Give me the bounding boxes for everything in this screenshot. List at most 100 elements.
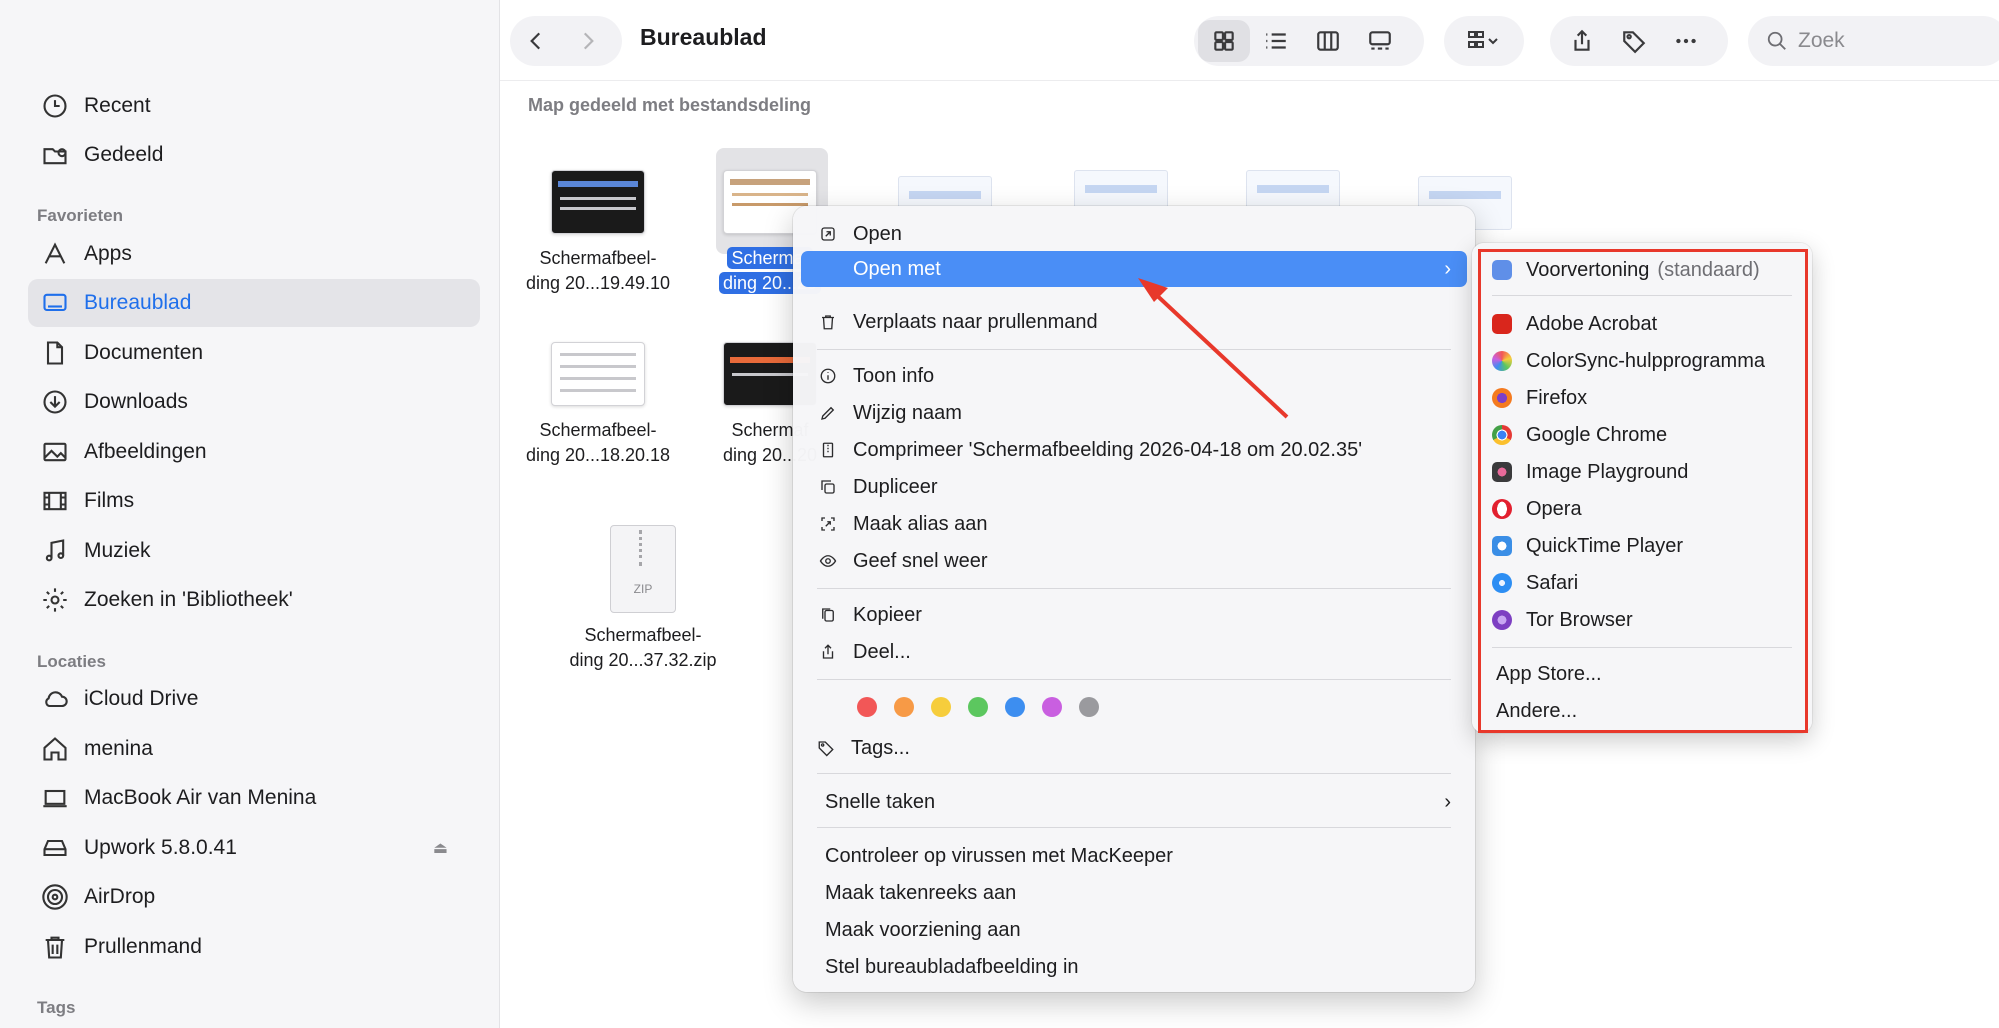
column-view-button[interactable]	[1302, 20, 1354, 62]
info-icon	[817, 367, 839, 385]
file-item[interactable]: Schermafbeel- ding 20...18.20.18	[518, 342, 678, 468]
back-button[interactable]	[510, 20, 562, 62]
annotation-highlight-box	[1478, 249, 1808, 733]
sidebar-item-label: iCloud Drive	[84, 687, 199, 710]
music-icon	[40, 536, 70, 566]
download-icon	[40, 387, 70, 417]
search-icon	[1767, 31, 1786, 50]
share-icon	[1574, 29, 1590, 51]
film-icon	[40, 486, 70, 516]
sidebar-item-label: Prullenmand	[84, 935, 202, 958]
eject-icon[interactable]: ⏏	[433, 838, 448, 858]
sidebar-item-library-search[interactable]: Zoeken in 'Bibliotheek'	[28, 576, 480, 624]
menu-item-label: Wijzig naam	[853, 401, 962, 424]
tag-color-yellow[interactable]	[931, 697, 951, 717]
tag-icon	[815, 739, 837, 757]
tag-button[interactable]	[1608, 20, 1660, 62]
archive-icon	[817, 441, 839, 459]
tag-color-gray[interactable]	[1079, 697, 1099, 717]
sidebar-item-label: menina	[84, 737, 153, 760]
sidebar-item-music[interactable]: Muziek	[28, 527, 480, 575]
sidebar-item-airdrop[interactable]: AirDrop	[28, 873, 480, 921]
sidebar-item-label: Recent	[84, 94, 151, 117]
menu-item-move-to-trash[interactable]: Verplaats naar prullenmand	[801, 304, 1467, 340]
file-item-zip[interactable]: ZIP Schermafbeel- ding 20...37.32.zip	[563, 525, 723, 673]
search-input[interactable]: Zoek	[1748, 16, 1999, 66]
trash-icon	[40, 932, 70, 962]
file-name: Schermafbeel-	[539, 420, 657, 440]
tag-color-green[interactable]	[968, 697, 988, 717]
airdrop-icon	[40, 882, 70, 912]
group-button[interactable]	[1444, 16, 1524, 66]
sidebar-item-documents[interactable]: Documenten	[28, 329, 480, 377]
file-name: ding 20...18.20.18	[525, 445, 671, 465]
menu-item-duplicate[interactable]: Dupliceer	[801, 469, 1467, 505]
menu-item-label: Kopieer	[853, 603, 922, 626]
menu-item-service[interactable]: Maak voorziening aan	[801, 912, 1467, 948]
tag-color-red[interactable]	[857, 697, 877, 717]
alias-icon	[817, 515, 839, 533]
menu-item-quick-actions[interactable]: Snelle taken ›	[801, 784, 1467, 820]
file-item[interactable]: Schermafbeel- ding 20...19.49.10	[518, 170, 678, 296]
menu-item-make-alias[interactable]: Maak alias aan	[801, 506, 1467, 542]
sidebar-item-label: Zoeken in 'Bibliotheek'	[84, 588, 293, 611]
menu-item-get-info[interactable]: Toon info	[801, 358, 1467, 394]
laptop-icon	[40, 783, 70, 813]
menu-item-virus-scan[interactable]: Controleer op virussen met MacKeeper	[801, 838, 1467, 874]
shared-folder-icon	[40, 140, 70, 170]
sidebar-item-home[interactable]: menina	[28, 725, 480, 773]
sidebar-item-desktop[interactable]: Bureaublad	[28, 279, 480, 327]
tag-color-purple[interactable]	[1042, 697, 1062, 717]
file-name: Schermafbeel-	[584, 625, 702, 645]
menu-item-share[interactable]: Deel...	[801, 634, 1467, 670]
menu-item-open-with[interactable]: Open met ›	[801, 251, 1467, 287]
gallery-view-button[interactable]	[1354, 20, 1406, 62]
menu-item-open[interactable]: Open	[801, 216, 1467, 252]
sidebar-item-apps[interactable]: Apps	[28, 230, 480, 278]
menu-item-label: Controleer op virussen met MacKeeper	[825, 844, 1173, 867]
columns-icon	[1317, 31, 1339, 51]
share-button[interactable]	[1556, 20, 1608, 62]
sidebar-item-films[interactable]: Films	[28, 477, 480, 525]
menu-item-compress[interactable]: Comprimeer 'Schermafbeelding 2026-04-18 …	[801, 432, 1467, 468]
tag-color-blue[interactable]	[1005, 697, 1025, 717]
sidebar-item-pictures[interactable]: Afbeeldingen	[28, 428, 480, 476]
sidebar-item-recent[interactable]: Recent	[28, 82, 480, 130]
menu-item-set-wallpaper[interactable]: Stel bureaubladafbeelding in	[801, 949, 1467, 985]
menu-item-workflow[interactable]: Maak takenreeks aan	[801, 875, 1467, 911]
sidebar-item-label: MacBook Air van Menina	[84, 786, 317, 809]
context-menu: Open Open met › Verplaats naar prullenma…	[793, 206, 1475, 992]
sidebar-item-label: Gedeeld	[84, 143, 164, 166]
list-view-button[interactable]	[1250, 20, 1302, 62]
sidebar: Recent Gedeeld Favorieten Apps Bureaubla…	[0, 0, 500, 1028]
home-icon	[40, 734, 70, 764]
menu-item-label: Maak takenreeks aan	[825, 881, 1017, 904]
sidebar-item-trash[interactable]: Prullenmand	[28, 923, 480, 971]
forward-button[interactable]	[562, 20, 614, 62]
menu-item-rename[interactable]: Wijzig naam	[801, 395, 1467, 431]
share-icon	[817, 643, 839, 661]
sidebar-item-shared[interactable]: Gedeeld	[28, 131, 480, 179]
screenshot-thumbnail	[551, 170, 645, 234]
tag-color-orange[interactable]	[894, 697, 914, 717]
pencil-icon	[817, 404, 839, 422]
more-button[interactable]	[1660, 20, 1712, 62]
sidebar-item-upwork[interactable]: Upwork 5.8.0.41 ⏏	[28, 824, 480, 872]
menu-item-label: Geef snel weer	[853, 549, 988, 572]
menu-item-tags[interactable]: Tags...	[801, 730, 1467, 766]
sidebar-item-downloads[interactable]: Downloads	[28, 378, 480, 426]
icon-view-button[interactable]	[1198, 20, 1250, 62]
menu-item-copy[interactable]: Kopieer	[801, 597, 1467, 633]
gallery-icon	[1369, 31, 1391, 50]
tag-color-row	[857, 697, 1116, 717]
menu-item-quick-look[interactable]: Geef snel weer	[801, 543, 1467, 579]
menu-item-label: Maak voorziening aan	[825, 918, 1021, 941]
sidebar-item-icloud[interactable]: iCloud Drive	[28, 675, 480, 723]
menu-item-label: Verplaats naar prullenmand	[853, 310, 1098, 333]
menu-item-label: Snelle taken	[825, 790, 936, 813]
menu-item-label: Deel...	[853, 640, 911, 663]
search-placeholder: Zoek	[1798, 29, 1845, 52]
menu-separator	[817, 773, 1451, 774]
sidebar-item-macbook[interactable]: MacBook Air van Menina	[28, 774, 480, 822]
chevron-right-icon: ›	[1444, 790, 1451, 813]
